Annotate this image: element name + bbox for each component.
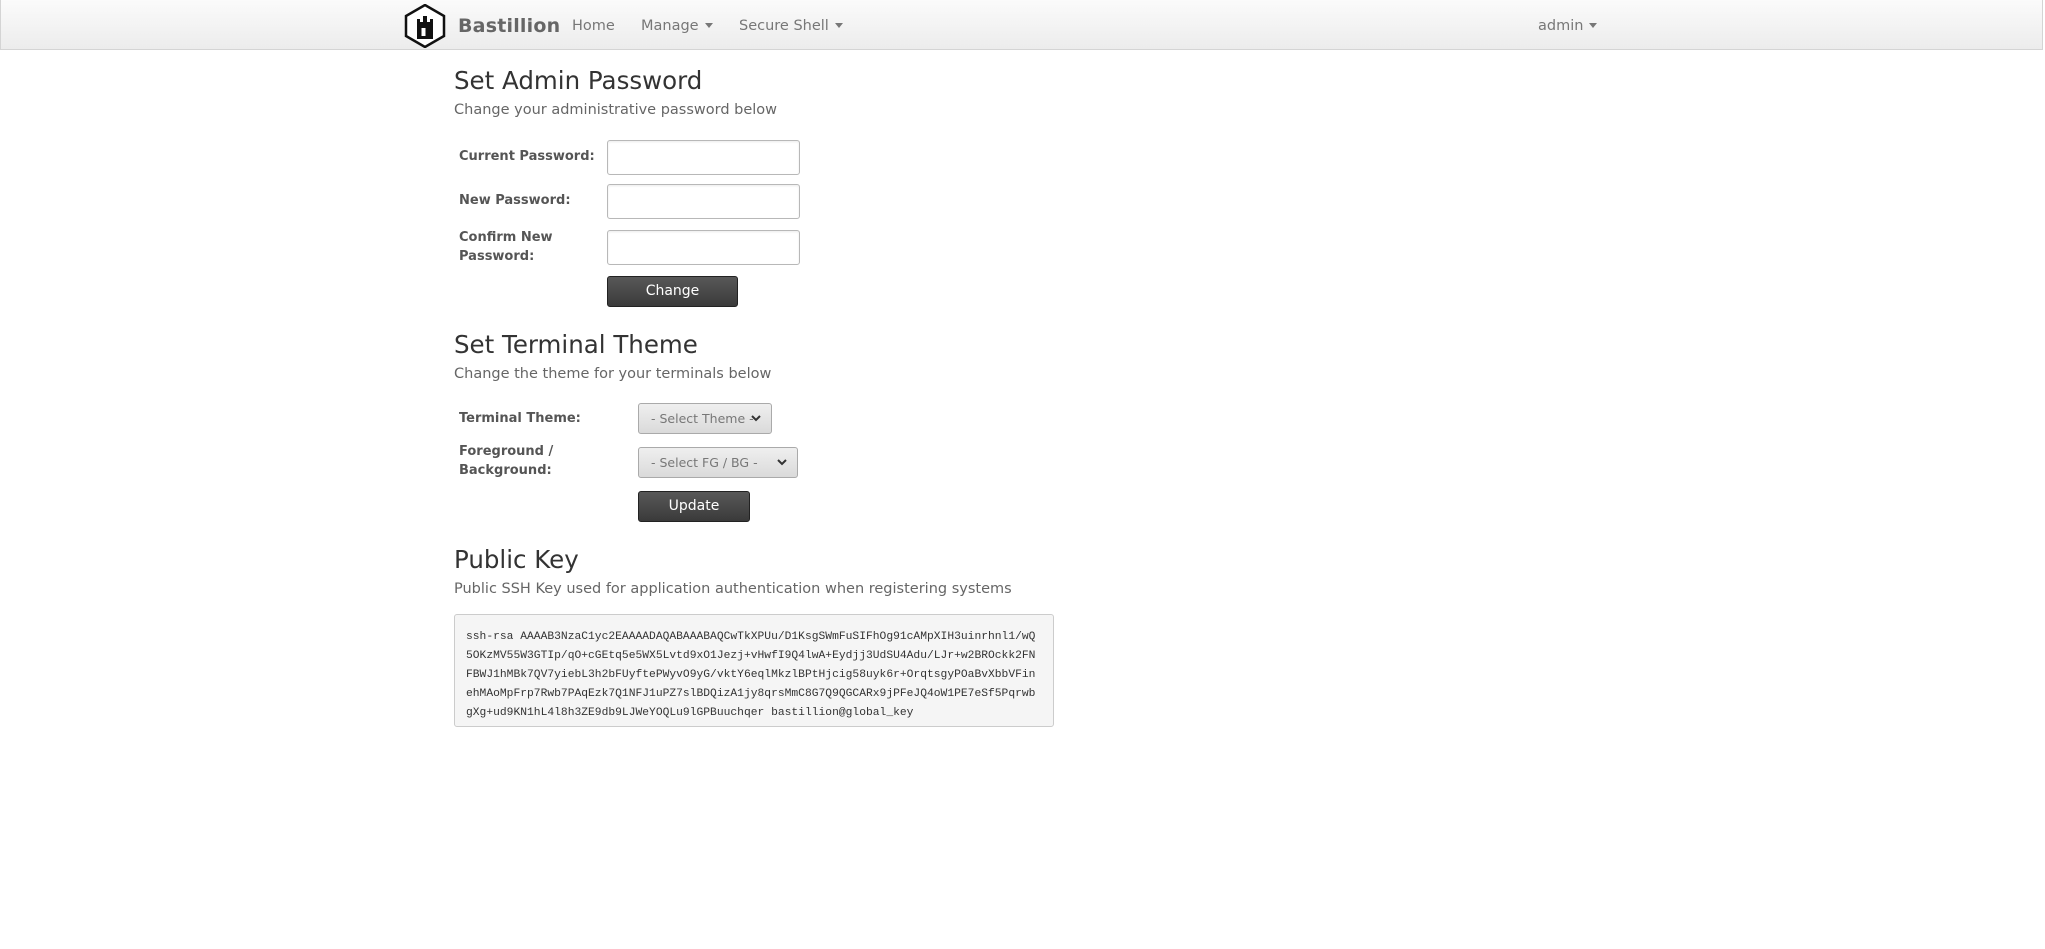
password-section-title: Set Admin Password: [454, 66, 703, 95]
public-key-section-subtitle: Public SSH Key used for application auth…: [454, 581, 1012, 597]
current-password-label: Current Password:: [459, 149, 595, 164]
terminal-theme-selected: - Select Theme -: [651, 411, 754, 426]
fg-bg-select[interactable]: - Select FG / BG -: [638, 447, 798, 478]
caret-down-icon: [704, 22, 713, 28]
public-key-text[interactable]: ssh-rsa AAAAB3NzaC1yc2EAAAADAQABAAABAQCw…: [454, 614, 1054, 727]
nav-manage-dropdown[interactable]: Manage: [641, 0, 713, 50]
password-section-subtitle: Change your administrative password belo…: [454, 102, 778, 118]
confirm-password-label: Confirm New Password:: [459, 230, 553, 264]
confirm-password-input[interactable]: [607, 230, 800, 265]
foreground-background-label: Foreground / Background:: [459, 444, 554, 478]
brand-link[interactable]: Bastillion: [404, 4, 561, 48]
nav-home-label: Home: [572, 18, 615, 34]
terminal-theme-label: Terminal Theme:: [459, 411, 581, 426]
user-menu-dropdown[interactable]: admin: [1538, 0, 1598, 50]
caret-down-icon: [1589, 22, 1598, 28]
theme-section-subtitle: Change the theme for your terminals belo…: [454, 366, 772, 382]
current-password-input[interactable]: [607, 140, 800, 175]
password-section: Set Admin Password Change your administr…: [454, 64, 1154, 120]
terminal-theme-select[interactable]: - Select Theme -: [638, 403, 772, 434]
public-key-section: Public Key Public SSH Key used for appli…: [454, 543, 1154, 599]
fg-bg-selected: - Select FG / BG -: [651, 455, 758, 470]
change-password-button[interactable]: Change Password: [607, 276, 738, 328]
new-password-input[interactable]: [607, 184, 800, 219]
nav-secure-shell-dropdown[interactable]: Secure Shell: [739, 0, 843, 50]
chevron-down-icon: [777, 459, 787, 466]
public-key-section-title: Public Key: [454, 545, 579, 574]
theme-section-title: Set Terminal Theme: [454, 330, 698, 359]
user-menu-label: admin: [1538, 18, 1584, 34]
top-navbar: Bastillion Home Manage Secure Shell admi…: [0, 0, 2043, 50]
caret-down-icon: [834, 22, 843, 28]
update-theme-button[interactable]: Update Theme: [638, 491, 750, 543]
bastillion-tower-icon: [404, 4, 446, 48]
nav-home[interactable]: Home: [572, 0, 615, 50]
new-password-label: New Password:: [459, 193, 571, 208]
theme-section: Set Terminal Theme Change the theme for …: [454, 328, 1154, 384]
chevron-down-icon: [751, 415, 761, 422]
nav-manage-label: Manage: [641, 18, 699, 34]
brand-name: Bastillion: [458, 15, 561, 37]
nav-secure-shell-label: Secure Shell: [739, 18, 829, 34]
